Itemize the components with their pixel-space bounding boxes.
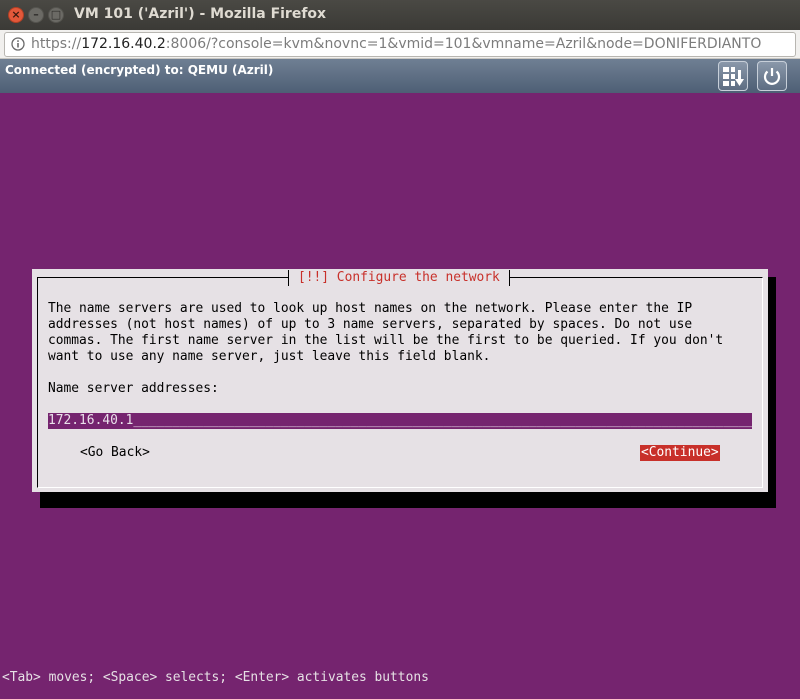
url-field[interactable]: https://172.16.40.2:8006/?console=kvm&no…	[4, 32, 796, 57]
name-server-label: Name server addresses:	[48, 381, 219, 396]
configure-network-dialog: [!!] Configure the network The name serv…	[32, 269, 768, 492]
window-minimize-button[interactable]: –	[28, 7, 44, 23]
url-text: https://172.16.40.2:8006/?console=kvm&no…	[31, 33, 761, 56]
name-server-value: 172.16.40.1	[48, 413, 134, 428]
novnc-control-bar: Connected (encrypted) to: QEMU (Azril)	[0, 59, 800, 93]
dialog-description: The name servers are used to look up hos…	[48, 301, 724, 364]
window-maximize-button[interactable]: □	[48, 7, 64, 23]
close-icon: ×	[11, 8, 21, 21]
send-keys-icon	[723, 67, 744, 86]
window-titlebar: × – □ VM 101 ('Azril') - Mozilla Firefox	[0, 0, 800, 30]
maximize-icon: □	[50, 8, 62, 21]
minimize-icon: –	[33, 8, 39, 21]
url-toolbar: https://172.16.40.2:8006/?console=kvm&no…	[0, 30, 800, 59]
url-prefix: https://	[31, 36, 82, 52]
power-icon	[763, 68, 781, 85]
dialog-title: [!!] Configure the network	[288, 270, 510, 286]
go-back-button[interactable]: <Go Back>	[80, 445, 150, 461]
continue-button[interactable]: <Continue>	[640, 445, 720, 461]
url-host: 172.16.40.2	[81, 36, 166, 52]
power-button[interactable]	[757, 61, 787, 91]
url-path: :8006/?console=kvm&novnc=1&vmid=101&vmna…	[165, 36, 762, 52]
send-keys-button[interactable]	[718, 61, 748, 91]
window-title: VM 101 ('Azril') - Mozilla Firefox	[74, 6, 327, 22]
keyboard-hint: <Tab> moves; <Space> selects; <Enter> ac…	[2, 670, 429, 685]
site-info-icon[interactable]	[11, 37, 25, 51]
vm-console-screen[interactable]: [!!] Configure the network The name serv…	[0, 93, 800, 699]
input-fill: ________________________________________…	[133, 413, 752, 428]
window-close-button[interactable]: ×	[8, 7, 24, 23]
connection-status: Connected (encrypted) to: QEMU (Azril)	[5, 63, 274, 77]
name-server-input[interactable]: 172.16.40.1_____________________________…	[48, 413, 752, 429]
